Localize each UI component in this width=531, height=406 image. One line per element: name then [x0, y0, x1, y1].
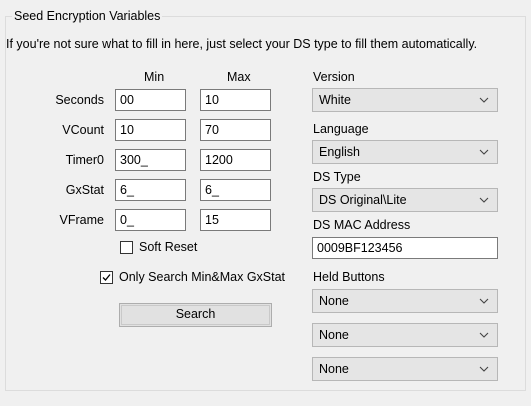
checkmark-icon [102, 274, 111, 281]
seed-variables-panel: Seed Encryption Variables If you're not … [0, 0, 531, 406]
held-button-3-value: None [319, 362, 349, 376]
version-label: Version [313, 70, 355, 84]
version-value: White [319, 93, 351, 107]
mac-input[interactable]: 0009BF123456 [312, 237, 498, 259]
chevron-down-icon [479, 197, 489, 203]
ds-type-label: DS Type [313, 170, 361, 184]
ds-type-dropdown[interactable]: DS Original\Lite [312, 188, 498, 212]
hint-text: If you're not sure what to fill in here,… [6, 37, 478, 51]
language-label: Language [313, 122, 369, 136]
version-dropdown[interactable]: White [312, 88, 498, 112]
vcount-label: VCount [62, 123, 104, 137]
held-buttons-label: Held Buttons [313, 270, 385, 284]
vframe-min-input[interactable]: 0_ [115, 209, 186, 231]
vcount-min-input[interactable]: 10 [115, 119, 186, 141]
chevron-down-icon [479, 149, 489, 155]
ds-type-value: DS Original\Lite [319, 193, 407, 207]
chevron-down-icon [479, 332, 489, 338]
max-header: Max [227, 70, 251, 84]
language-dropdown[interactable]: English [312, 140, 498, 164]
held-button-2-value: None [319, 328, 349, 342]
timer0-max-input[interactable]: 1200 [200, 149, 271, 171]
only-search-checkbox[interactable] [100, 271, 113, 284]
seconds-min-input[interactable]: 00 [115, 89, 186, 111]
gxstat-label: GxStat [65, 183, 104, 197]
seconds-label: Seconds [55, 93, 104, 107]
search-button[interactable]: Search [119, 303, 272, 327]
vframe-label: VFrame [59, 213, 104, 227]
vframe-max-input[interactable]: 15 [200, 209, 271, 231]
soft-reset-checkbox[interactable] [120, 241, 133, 254]
gxstat-min-input[interactable]: 6_ [115, 179, 186, 201]
chevron-down-icon [479, 366, 489, 372]
group-title: Seed Encryption Variables [12, 9, 163, 23]
held-button-2-dropdown[interactable]: None [312, 323, 498, 347]
vcount-max-input[interactable]: 70 [200, 119, 271, 141]
timer0-label: Timer0 [65, 153, 104, 167]
held-button-3-dropdown[interactable]: None [312, 357, 498, 381]
chevron-down-icon [479, 97, 489, 103]
soft-reset-label[interactable]: Soft Reset [139, 240, 197, 254]
min-header: Min [144, 70, 165, 84]
held-button-1-value: None [319, 294, 349, 308]
only-search-label[interactable]: Only Search Min&Max GxStat [119, 270, 285, 284]
mac-label: DS MAC Address [313, 218, 411, 232]
held-button-1-dropdown[interactable]: None [312, 289, 498, 313]
language-value: English [319, 145, 360, 159]
timer0-min-input[interactable]: 300_ [115, 149, 186, 171]
seconds-max-input[interactable]: 10 [200, 89, 271, 111]
chevron-down-icon [479, 298, 489, 304]
gxstat-max-input[interactable]: 6_ [200, 179, 271, 201]
